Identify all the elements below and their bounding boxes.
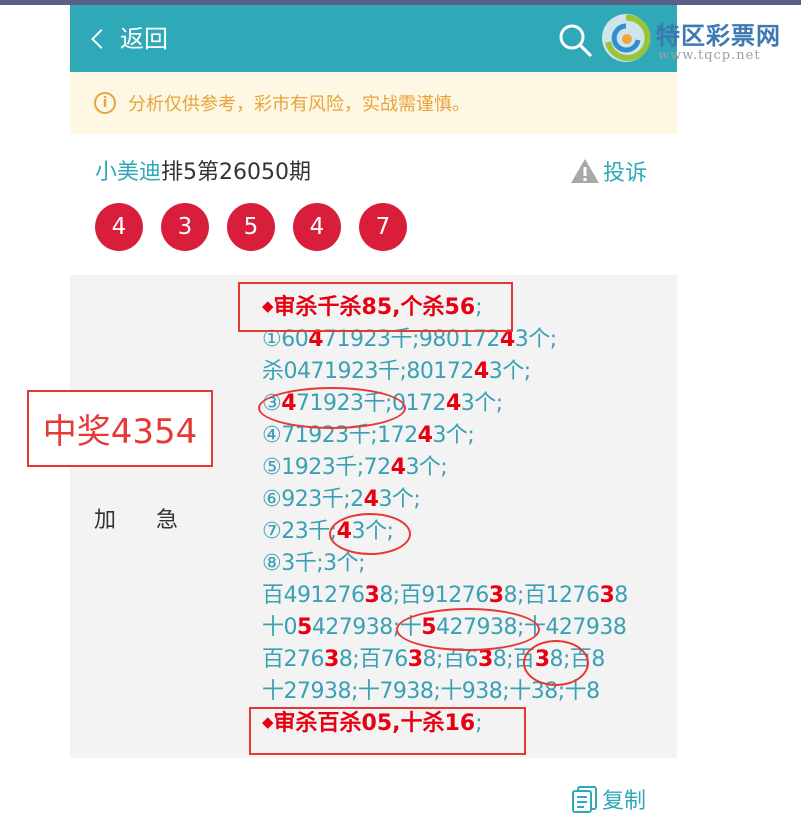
line-text: 百276: [262, 647, 325, 672]
line-text: ⑤1923千;72: [262, 455, 391, 480]
search-icon[interactable]: [557, 22, 593, 58]
number-ball: 3: [161, 203, 209, 251]
analysis-line: ⑧3千;3个;: [262, 548, 672, 580]
copy-icon: [572, 786, 597, 813]
line-text: 8: [614, 583, 628, 608]
number-ball: 5: [227, 203, 275, 251]
line-text: 十0: [262, 615, 298, 640]
line-text: 3个;: [378, 487, 421, 512]
number-ball: 4: [95, 203, 143, 251]
highlight-digit: 3: [488, 583, 504, 608]
line-text: 杀0471923千;80172: [262, 359, 474, 384]
warning-icon: [571, 159, 599, 183]
analysis-line: 十27938;十7938;十938;十38;十8: [262, 676, 672, 708]
draw-numbers: 4 3 5 4 7: [95, 203, 407, 251]
copy-label: 复制: [602, 789, 647, 814]
analysis-lines: ◆审杀千杀85,个杀56; ①60471923千;98017243个; 杀04719…: [262, 292, 672, 740]
highlight-digit: 4: [363, 487, 379, 512]
highlight-digit: 5: [297, 615, 312, 640]
logo-swirl-icon: [602, 14, 651, 62]
site-logo: 特区彩票网 www.tqcp.net: [598, 8, 798, 70]
complaint-label: 投诉: [603, 161, 648, 186]
line-text: 6: [351, 583, 365, 608]
back-label: 返回: [120, 25, 168, 53]
annotation-circle: [329, 513, 411, 555]
line-text: ⑦23千;: [262, 519, 337, 544]
analysis-line: ⑤1923千;7243个;: [262, 452, 672, 484]
analysis-line: ⑦23千;43个;: [262, 516, 672, 548]
line-text: 3个;: [514, 327, 557, 352]
line-text: 百49127: [262, 583, 352, 608]
highlight-digit: 3: [599, 583, 615, 608]
risk-notice: i 分析仅供参考，彩市有风险，实战需谨慎。: [70, 72, 677, 134]
complaint-button[interactable]: 投诉: [570, 155, 647, 187]
annotation-box: [249, 707, 526, 755]
highlight-digit: 4: [417, 423, 433, 448]
analysis-line: 杀0471923千;8017243个;: [262, 356, 672, 388]
post-title: 小美迪排5第26050期: [95, 154, 311, 186]
number-ball: 4: [293, 203, 341, 251]
prize-annotation: 中奖4354: [27, 390, 213, 467]
info-icon: i: [94, 92, 116, 114]
notice-text: 分析仅供参考，彩市有风险，实战需谨慎。: [128, 94, 470, 115]
line-text: 8;百76: [338, 647, 408, 672]
highlight-digit: 3: [477, 647, 493, 672]
highlight-digit: 4: [445, 391, 461, 416]
line-text: 3个;: [488, 359, 531, 384]
annotation-circle: [396, 608, 540, 651]
chevron-left-icon: [91, 29, 111, 49]
highlight-digit: 3: [364, 583, 380, 608]
highlight-digit: 3: [407, 647, 423, 672]
line-text: 3个;: [460, 391, 503, 416]
number-ball: 7: [359, 203, 407, 251]
line-text: 3个;: [405, 455, 448, 480]
author-link[interactable]: 小美迪: [95, 160, 161, 185]
logo-name: 特区彩票网: [656, 22, 781, 50]
line-text: ⑥923千;2: [262, 487, 364, 512]
annotation-circle: [523, 640, 589, 686]
line-text: ⑧3千;3个;: [262, 551, 366, 576]
line-text: 3个;: [432, 423, 475, 448]
line-text: 8;百91276: [379, 583, 489, 608]
highlight-digit: 4: [390, 455, 406, 480]
copy-button[interactable]: 复制: [570, 783, 646, 815]
back-button[interactable]: 返回: [91, 23, 168, 55]
line-text: 8;百127: [503, 583, 587, 608]
app-header: 返回: [70, 5, 677, 72]
urgent-label: 加急: [94, 508, 219, 533]
highlight-digit: 3: [324, 647, 339, 672]
issue-title: 排5第26050期: [161, 160, 311, 185]
logo-url: www.tqcp.net: [658, 48, 761, 63]
highlight-digit: 4: [473, 359, 489, 384]
annotation-circle: [258, 387, 406, 429]
analysis-line: ⑥923千;243个;: [262, 484, 672, 516]
line-text: 6: [585, 583, 600, 608]
annotation-box: [238, 282, 513, 332]
